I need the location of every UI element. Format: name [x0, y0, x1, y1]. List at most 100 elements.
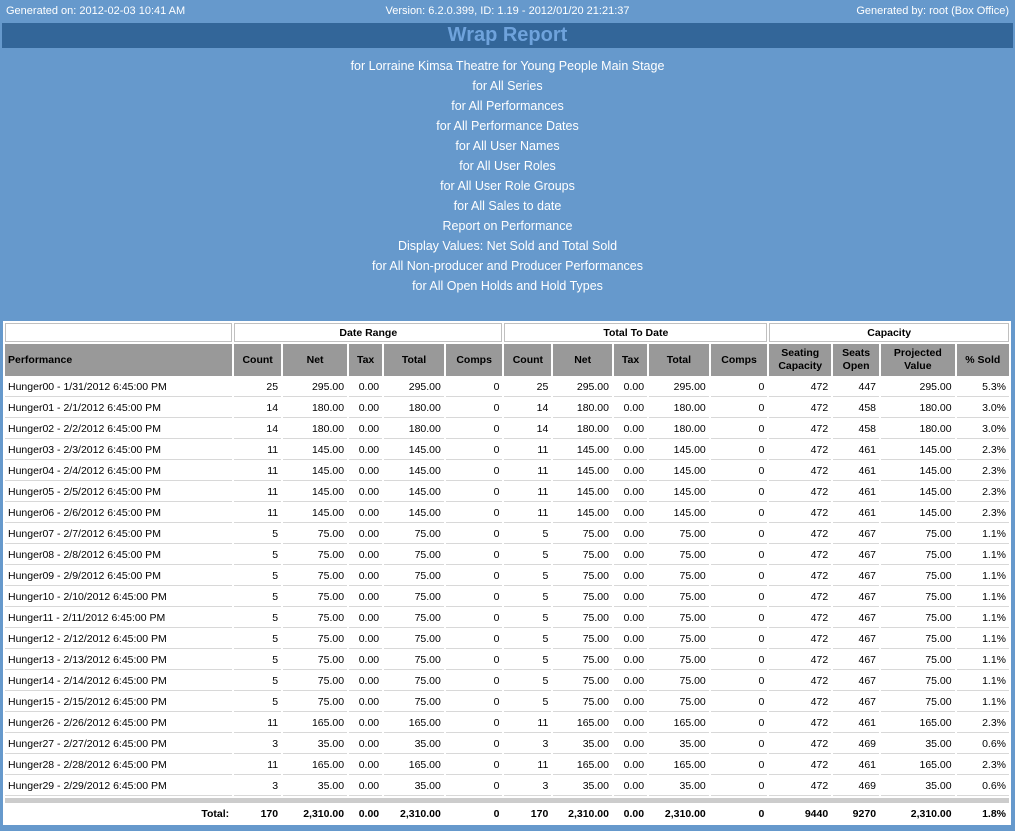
value-cell: 145.00 [553, 462, 612, 481]
value-cell: 180.00 [649, 399, 709, 418]
value-cell: 461 [833, 714, 880, 733]
value-cell: 11 [504, 714, 552, 733]
value-cell: 3 [504, 735, 552, 754]
value-cell: 0 [445, 546, 503, 565]
value-cell: 35.00 [384, 777, 444, 796]
total-row: Total: 170 2,310.00 0.00 2,310.00 0 170 2,310.0… [5, 805, 1009, 823]
performance-cell: Hunger29 - 2/29/2012 6:45:00 PM [5, 777, 233, 796]
value-cell: 25 [234, 378, 282, 397]
column-header: Tax [349, 344, 383, 376]
value-cell: 145.00 [384, 441, 444, 460]
report-title: Wrap Report [2, 23, 1013, 48]
table-row: Hunger04 - 2/4/2012 6:45:00 PM 11 145.00 0.… [5, 462, 1009, 481]
value-cell: 0.00 [349, 483, 383, 502]
value-cell: 75.00 [881, 546, 955, 565]
value-cell: 5 [234, 693, 282, 712]
total-cell: 1.8% [982, 808, 1006, 820]
value-cell: 145.00 [649, 441, 709, 460]
value-cell: 0 [445, 378, 503, 397]
value-cell: 467 [833, 525, 880, 544]
value-cell: 5 [234, 609, 282, 628]
value-cell: 165.00 [553, 714, 612, 733]
value-cell: 145.00 [881, 483, 955, 502]
value-cell: 0 [445, 672, 503, 691]
value-cell: 472 [769, 483, 832, 502]
table-row: Hunger07 - 2/7/2012 6:45:00 PM 5 75.00 0.00… [5, 525, 1009, 544]
value-cell: 11 [234, 714, 282, 733]
value-cell: 14 [234, 399, 282, 418]
value-cell: 165.00 [553, 756, 612, 775]
value-cell: 0 [710, 525, 768, 544]
value-cell: 472 [769, 525, 832, 544]
value-cell: 0 [710, 399, 768, 418]
performance-cell: Hunger12 - 2/12/2012 6:45:00 PM [5, 630, 233, 649]
value-cell: 5 [504, 525, 552, 544]
value-cell: 472 [769, 756, 832, 775]
value-cell: 35.00 [384, 735, 444, 754]
table-row: Hunger00 - 1/31/2012 6:45:00 PM 25 295.00 0… [5, 378, 1009, 397]
value-cell: 469 [833, 777, 880, 796]
value-cell: 75.00 [384, 693, 444, 712]
value-cell: 472 [769, 462, 832, 481]
value-cell: 75.00 [384, 546, 444, 565]
total-cell: 2,310.00 [568, 808, 609, 820]
value-cell: 145.00 [553, 504, 612, 523]
value-cell: 75.00 [283, 609, 348, 628]
table-row: Hunger29 - 2/29/2012 6:45:00 PM 3 35.00 0.0… [5, 777, 1009, 796]
value-cell: 0.00 [349, 714, 383, 733]
value-cell: 145.00 [649, 504, 709, 523]
total-cell: 2,310.00 [399, 808, 441, 820]
table-row: Hunger26 - 2/26/2012 6:45:00 PM 11 165.00 0… [5, 714, 1009, 733]
value-cell: 75.00 [881, 567, 955, 586]
table-row: Hunger03 - 2/3/2012 6:45:00 PM 11 145.00 0.… [5, 441, 1009, 460]
value-cell: 11 [234, 483, 282, 502]
value-cell: 5 [504, 672, 552, 691]
value-cell: 145.00 [283, 483, 348, 502]
table-row: Hunger13 - 2/13/2012 6:45:00 PM 5 75.00 0.0… [5, 651, 1009, 670]
value-cell: 0.00 [349, 525, 383, 544]
value-cell: 467 [833, 609, 880, 628]
value-cell: 467 [833, 546, 880, 565]
value-cell: 0 [710, 735, 768, 754]
value-cell: 472 [769, 504, 832, 523]
value-cell: 0.00 [349, 672, 383, 691]
value-cell: 75.00 [553, 546, 612, 565]
value-cell: 75.00 [283, 525, 348, 544]
value-cell: 0.00 [613, 483, 648, 502]
value-cell: 2.3% [956, 483, 1009, 502]
value-cell: 5 [234, 672, 282, 691]
parameter-line: for All Performance Dates [436, 119, 579, 133]
value-cell: 165.00 [881, 714, 955, 733]
value-cell: 295.00 [553, 378, 612, 397]
value-cell: 467 [833, 693, 880, 712]
value-cell: 180.00 [553, 420, 612, 439]
value-cell: 11 [234, 441, 282, 460]
value-cell: 75.00 [553, 588, 612, 607]
value-cell: 5 [504, 609, 552, 628]
value-cell: 467 [833, 588, 880, 607]
value-cell: 0 [445, 504, 503, 523]
value-cell: 75.00 [384, 672, 444, 691]
value-cell: 145.00 [384, 504, 444, 523]
value-cell: 0.00 [349, 756, 383, 775]
value-cell: 145.00 [283, 504, 348, 523]
value-cell: 5 [234, 651, 282, 670]
performance-cell: Hunger01 - 2/1/2012 6:45:00 PM [5, 399, 233, 418]
value-cell: 0.00 [349, 630, 383, 649]
value-cell: 75.00 [283, 588, 348, 607]
value-cell: 165.00 [649, 756, 709, 775]
table-row: Hunger15 - 2/15/2012 6:45:00 PM 5 75.00 0.0… [5, 693, 1009, 712]
value-cell: 35.00 [553, 735, 612, 754]
value-cell: 75.00 [881, 609, 955, 628]
value-cell: 0 [445, 609, 503, 628]
value-cell: 472 [769, 693, 832, 712]
value-cell: 472 [769, 546, 832, 565]
value-cell: 75.00 [649, 546, 709, 565]
table-row: Hunger11 - 2/11/2012 6:45:00 PM 5 75.00 0.0… [5, 609, 1009, 628]
value-cell: 5 [234, 588, 282, 607]
value-cell: 180.00 [384, 420, 444, 439]
value-cell: 0.00 [613, 504, 648, 523]
value-cell: 1.1% [956, 693, 1009, 712]
value-cell: 180.00 [283, 399, 348, 418]
value-cell: 145.00 [553, 441, 612, 460]
